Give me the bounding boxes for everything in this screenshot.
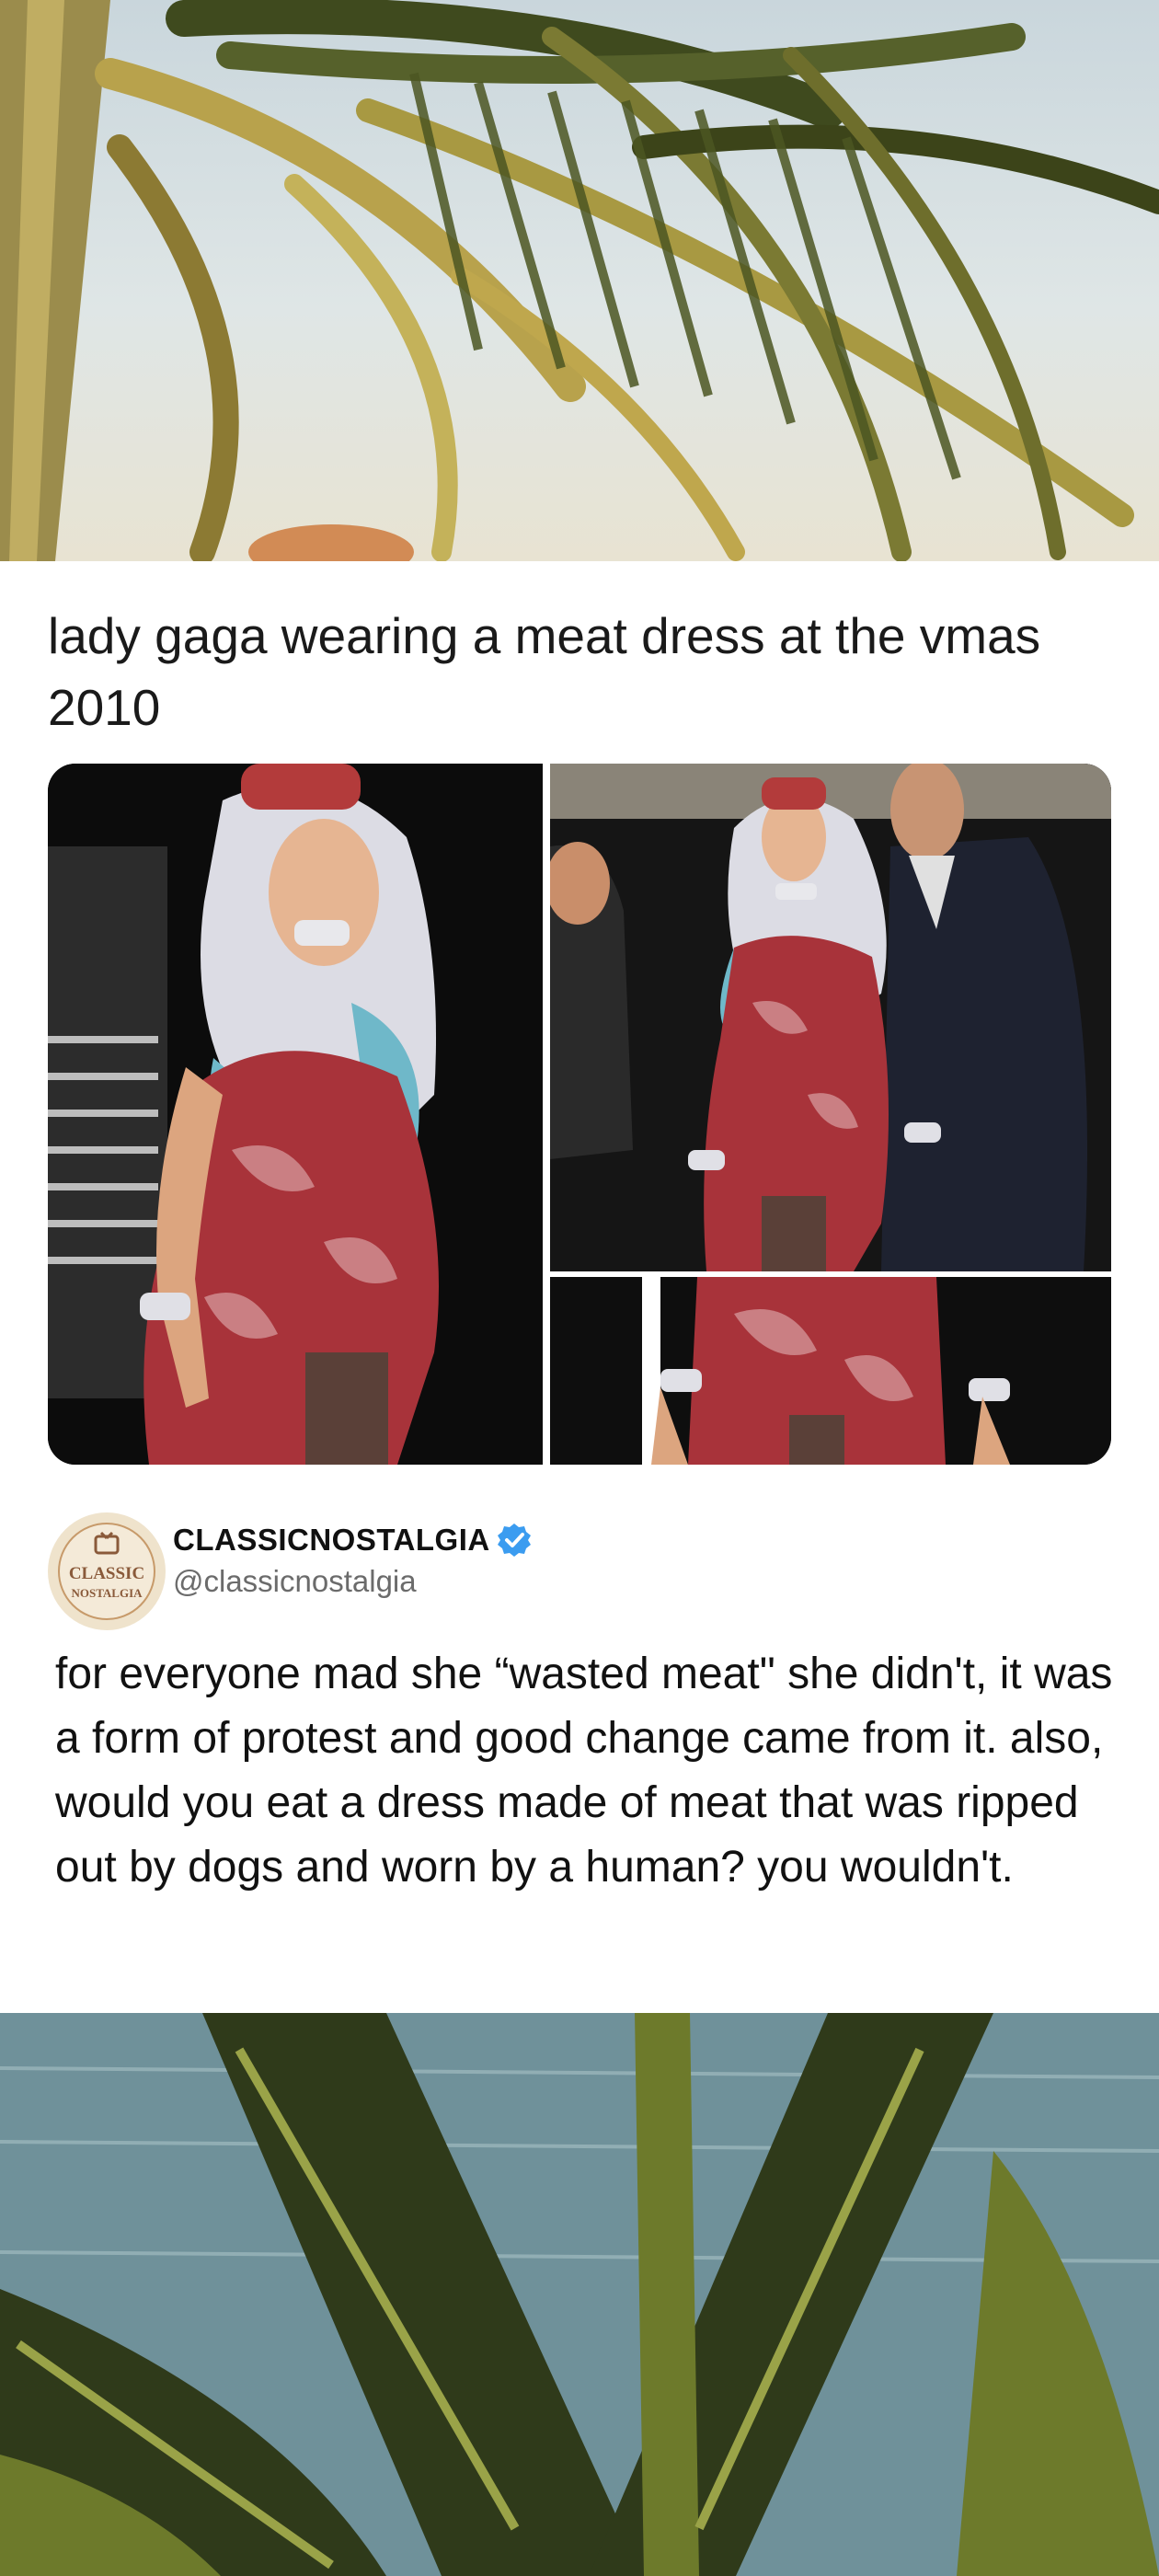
source-account[interactable]: CLASSIC NOSTALGIA CLASSICNOSTALGIA @clas… xyxy=(48,1500,1111,1630)
post-card: lady gaga wearing a meat dress at the vm… xyxy=(0,561,1159,2013)
avatar-text-line1: CLASSIC xyxy=(69,1564,144,1583)
verified-badge-icon xyxy=(496,1522,533,1558)
collage-photo-3[interactable] xyxy=(550,1277,1111,1465)
avatar-text-line2: NOSTALGIA xyxy=(71,1586,143,1600)
background-palm-top xyxy=(0,0,1159,561)
image-collage[interactable] xyxy=(48,764,1111,1465)
username[interactable]: @classicnostalgia xyxy=(173,1564,417,1599)
display-name-text: CLASSICNOSTALGIA xyxy=(173,1523,490,1557)
avatar[interactable]: CLASSIC NOSTALGIA xyxy=(48,1512,166,1630)
tweet-text: for everyone mad she “wasted meat" she d… xyxy=(55,1650,1113,1892)
collage-photo-1[interactable] xyxy=(48,764,543,1465)
page: lady gaga wearing a meat dress at the vm… xyxy=(0,0,1159,2576)
collage-photo-2[interactable] xyxy=(550,764,1111,1271)
background-palm-bottom xyxy=(0,2013,1159,2576)
post-title: lady gaga wearing a meat dress at the vm… xyxy=(48,607,1041,736)
display-name[interactable]: CLASSICNOSTALGIA xyxy=(173,1522,533,1558)
